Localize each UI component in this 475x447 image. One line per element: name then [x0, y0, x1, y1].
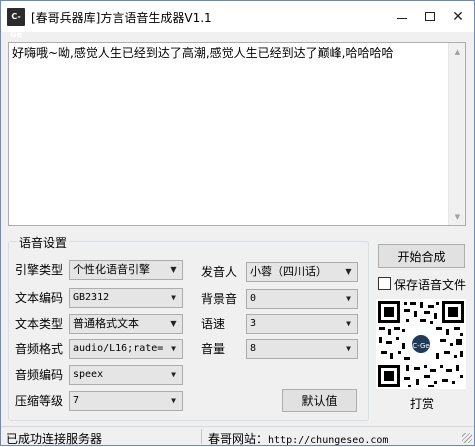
speed-value: 3 [250, 318, 257, 329]
close-button[interactable]: ✕ [443, 1, 473, 32]
text-encoding-value: GB2312 [73, 292, 110, 303]
status-bar: 已成功连接服务器 春哥网站：http://chungeseo.com [1, 426, 474, 447]
audio-format-select[interactable]: audio/L16;rate= ▼ [69, 339, 183, 359]
text-input-area[interactable]: 好嗨哦~呦,感觉人生已经到达了高潮,感觉人生已经到达了巅峰,哈哈哈哈 ▲ ▼ [8, 42, 466, 226]
audio-codec-select[interactable]: speex ▼ [69, 365, 183, 385]
maximize-icon [425, 12, 435, 21]
chevron-down-icon: ▼ [346, 319, 351, 328]
engine-type-value: 个性化语音引擎 [73, 263, 150, 276]
save-audio-checkbox[interactable] [378, 277, 391, 290]
qr-logo-icon: C-Ge [410, 333, 432, 355]
speaker-select[interactable]: 小蓉（四川话） ▼ [246, 262, 358, 282]
audio-codec-label: 音频编码 [15, 368, 64, 382]
speed-select[interactable]: 3 ▼ [246, 314, 358, 334]
app-window: C-Ge [春哥兵器库]方言语音生成器V1.1 ✕ 好嗨哦~呦,感觉人生已经到达… [0, 0, 475, 446]
volume-label: 音量 [201, 342, 226, 356]
vertical-scrollbar[interactable]: ▲ ▼ [448, 43, 465, 225]
compression-label: 压缩等级 [15, 394, 64, 408]
window-title: [春哥兵器库]方言语音生成器V1.1 [31, 11, 212, 25]
chevron-down-icon: ▼ [345, 267, 352, 276]
bg-sound-label: 背景音 [201, 292, 238, 306]
close-icon: ✕ [452, 8, 464, 25]
audio-codec-value: speex [73, 369, 104, 380]
chevron-down-icon: ▼ [346, 344, 351, 353]
chevron-down-icon: ▼ [171, 344, 176, 353]
chevron-down-icon: ▼ [170, 319, 177, 328]
minimize-button[interactable] [387, 1, 417, 32]
chevron-down-icon: ▼ [170, 265, 177, 274]
text-type-label: 文本类型 [15, 317, 64, 331]
reward-label: 打赏 [410, 397, 435, 411]
title-bar: C-Ge [春哥兵器库]方言语音生成器V1.1 ✕ [1, 1, 474, 39]
text-type-select[interactable]: 普通格式文本 ▼ [69, 314, 183, 334]
compression-value: 7 [73, 395, 80, 406]
engine-type-label: 引擎类型 [15, 263, 64, 277]
qr-code-image: C-Ge [376, 299, 466, 389]
group-title: 语音设置 [17, 234, 70, 251]
scroll-down-icon[interactable]: ▼ [449, 208, 466, 225]
bg-sound-select[interactable]: 0 ▼ [246, 289, 358, 309]
start-synthesis-button[interactable]: 开始合成 [378, 244, 465, 268]
audio-format-label: 音频格式 [15, 342, 64, 356]
connection-status: 已成功连接服务器 [6, 432, 103, 446]
compression-select[interactable]: 7 ▼ [69, 391, 183, 411]
audio-format-value: audio/L16;rate= [73, 343, 164, 354]
status-separator [201, 429, 202, 444]
volume-select[interactable]: 8 ▼ [246, 339, 358, 359]
app-logo-icon: C-Ge [7, 8, 25, 39]
chevron-down-icon: ▼ [171, 293, 176, 302]
scroll-up-icon[interactable]: ▲ [449, 43, 466, 60]
text-type-value: 普通格式文本 [73, 317, 139, 330]
chevron-down-icon: ▼ [346, 294, 351, 303]
text-encoding-select[interactable]: GB2312 ▼ [69, 288, 183, 308]
chevron-down-icon: ▼ [171, 396, 176, 405]
volume-value: 8 [250, 343, 257, 354]
voice-settings-group: 语音设置 引擎类型 个性化语音引擎 ▼ 文本编码 GB2312 ▼ 文本类型 普… [8, 234, 369, 421]
chevron-down-icon: ▼ [171, 370, 176, 379]
default-button[interactable]: 默认值 [282, 389, 357, 412]
speaker-label: 发音人 [201, 265, 238, 279]
website-info: 春哥网站：http://chungeseo.com [208, 430, 388, 447]
speed-label: 语速 [201, 317, 226, 331]
bg-sound-value: 0 [250, 293, 257, 304]
save-audio-label[interactable]: 保存语音文件 [394, 276, 466, 293]
speaker-value: 小蓉（四川话） [250, 265, 327, 278]
website-url[interactable]: http://chungeseo.com [268, 435, 388, 446]
text-input-content[interactable]: 好嗨哦~呦,感觉人生已经到达了高潮,感觉人生已经到达了巅峰,哈哈哈哈 [12, 45, 445, 61]
website-label: 春哥网站： [208, 432, 269, 446]
engine-type-select[interactable]: 个性化语音引擎 ▼ [69, 260, 183, 280]
maximize-button[interactable] [415, 1, 445, 32]
minimize-icon [397, 18, 407, 19]
resize-grip-icon[interactable] [462, 433, 472, 443]
text-encoding-label: 文本编码 [15, 291, 64, 305]
